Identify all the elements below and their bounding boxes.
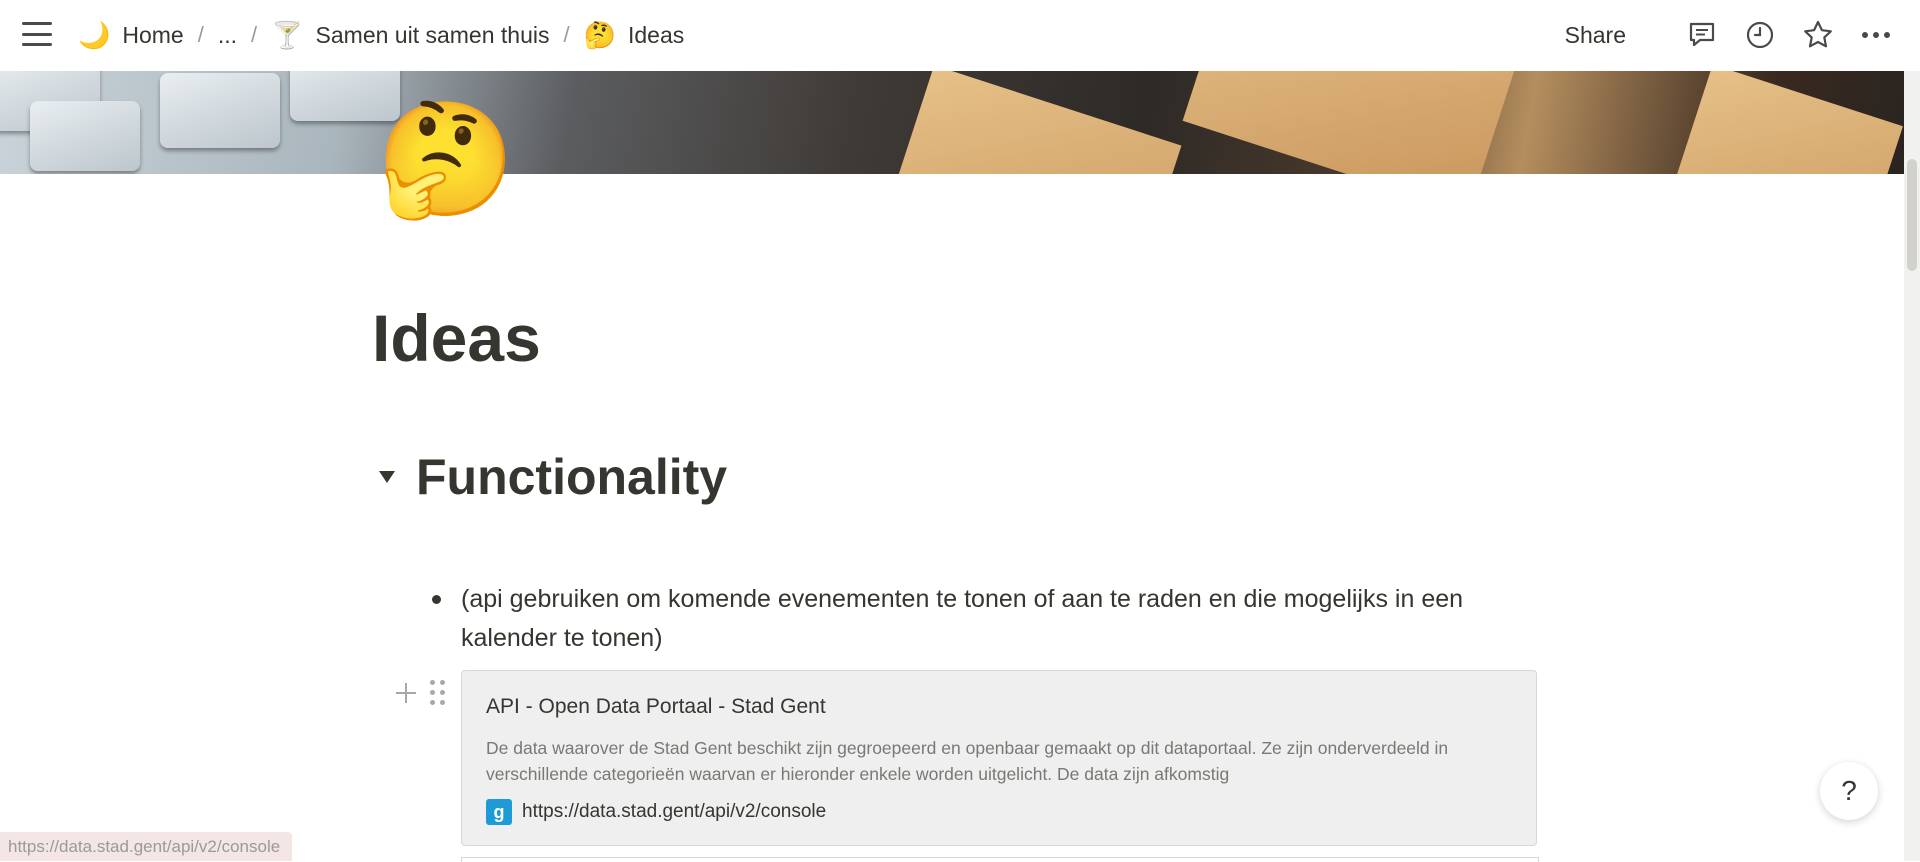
moon-icon: 🌙: [78, 19, 111, 50]
breadcrumb-ellipsis-label: ...: [217, 21, 238, 48]
breadcrumb-home-label: Home: [122, 21, 184, 48]
scrollbar[interactable]: [1904, 71, 1920, 861]
breadcrumb: 🌙 Home / ... / 🍸 Samen uit samen thuis /…: [78, 0, 684, 70]
bookmark-title: API - Open Data Portaal - Stad Gent: [486, 695, 826, 718]
block-handles: [394, 680, 446, 705]
add-block-icon[interactable]: [394, 681, 418, 705]
drag-handle-icon[interactable]: [430, 680, 446, 705]
bullet-text[interactable]: (api gebruiken om komende evenementen te…: [461, 580, 1538, 658]
clock-icon[interactable]: [1744, 19, 1776, 51]
breadcrumb-separator: /: [197, 22, 204, 47]
heading-functionality[interactable]: Functionality: [416, 448, 727, 506]
keyboard-key-shape: [160, 73, 280, 148]
paper-shape: [1657, 71, 1903, 174]
toggle-heading: Functionality: [372, 448, 727, 506]
star-icon[interactable]: [1802, 19, 1834, 51]
status-bar-url: https://data.stad.gent/api/v2/console: [0, 832, 293, 861]
hamburger-menu-icon[interactable]: [22, 20, 52, 48]
page-icon[interactable]: 🤔: [376, 104, 515, 216]
bookmark-url: https://data.stad.gent/api/v2/console: [522, 801, 827, 822]
scrollbar-thumb[interactable]: [1907, 159, 1917, 271]
keyboard-key-shape: [30, 101, 140, 171]
bullet-dot-icon: [432, 595, 441, 604]
top-actions: Share: [1565, 0, 1892, 70]
breadcrumb-samen-uit[interactable]: 🍸 Samen uit samen thuis: [271, 20, 549, 51]
comments-icon[interactable]: [1686, 19, 1718, 51]
share-button[interactable]: Share: [1565, 22, 1626, 49]
more-icon[interactable]: [1860, 19, 1892, 51]
bookmark-link: g https://data.stad.gent/api/v2/console: [486, 799, 1512, 825]
breadcrumb-ideas-label: Ideas: [627, 21, 685, 48]
paper-shape: [1182, 71, 1518, 174]
breadcrumb-separator: /: [251, 22, 258, 47]
help-button[interactable]: ?: [1820, 762, 1878, 820]
breadcrumb-separator: /: [563, 22, 570, 47]
next-block-edge: [461, 857, 1539, 862]
paper-shape: [878, 71, 1182, 174]
stad-gent-favicon-icon: g: [486, 799, 512, 825]
toggle-triangle-icon[interactable]: [372, 462, 402, 492]
list-item: (api gebruiken om komende evenementen te…: [428, 580, 1538, 658]
cocktail-icon: 🍸: [271, 19, 304, 50]
bookmark-card[interactable]: API - Open Data Portaal - Stad Gent De d…: [461, 670, 1537, 846]
top-bar: 🌙 Home / ... / 🍸 Samen uit samen thuis /…: [0, 0, 1920, 70]
cover-image: [0, 71, 1904, 174]
breadcrumb-samen-uit-label: Samen uit samen thuis: [315, 21, 550, 48]
breadcrumb-ideas[interactable]: 🤔 Ideas: [584, 20, 685, 51]
thinking-face-icon: 🤔: [583, 19, 616, 50]
breadcrumb-home[interactable]: 🌙 Home: [78, 20, 184, 51]
breadcrumb-ellipsis[interactable]: ...: [218, 22, 237, 49]
bookmark-description: De data waarover de Stad Gent beschikt z…: [486, 738, 1449, 784]
page-title[interactable]: Ideas: [372, 300, 541, 376]
